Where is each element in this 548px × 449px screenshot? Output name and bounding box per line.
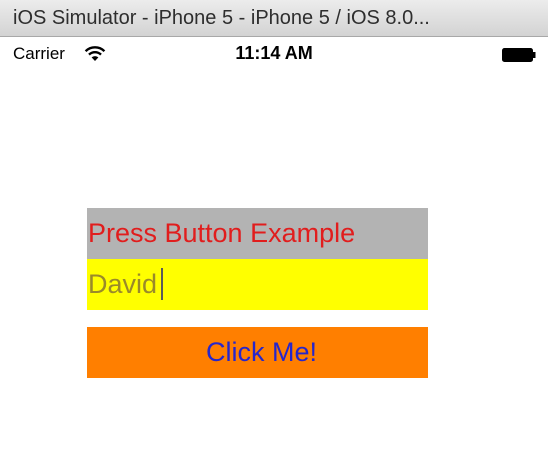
battery-icon — [502, 48, 536, 62]
click-me-button[interactable]: Click Me! — [87, 327, 428, 378]
simulator-title-bar: iOS Simulator - iPhone 5 - iPhone 5 / iO… — [0, 0, 548, 37]
text-cursor — [161, 268, 163, 300]
window-title: iOS Simulator - iPhone 5 - iPhone 5 / iO… — [13, 7, 430, 29]
ios-status-bar: Carrier 11:14 AM — [0, 37, 548, 71]
status-time: 11:14 AM — [235, 43, 313, 63]
name-text-field[interactable] — [87, 259, 428, 310]
page-title: Press Button Example — [87, 208, 428, 259]
simulator-window: iOS Simulator - iPhone 5 - iPhone 5 / iO… — [0, 0, 548, 449]
